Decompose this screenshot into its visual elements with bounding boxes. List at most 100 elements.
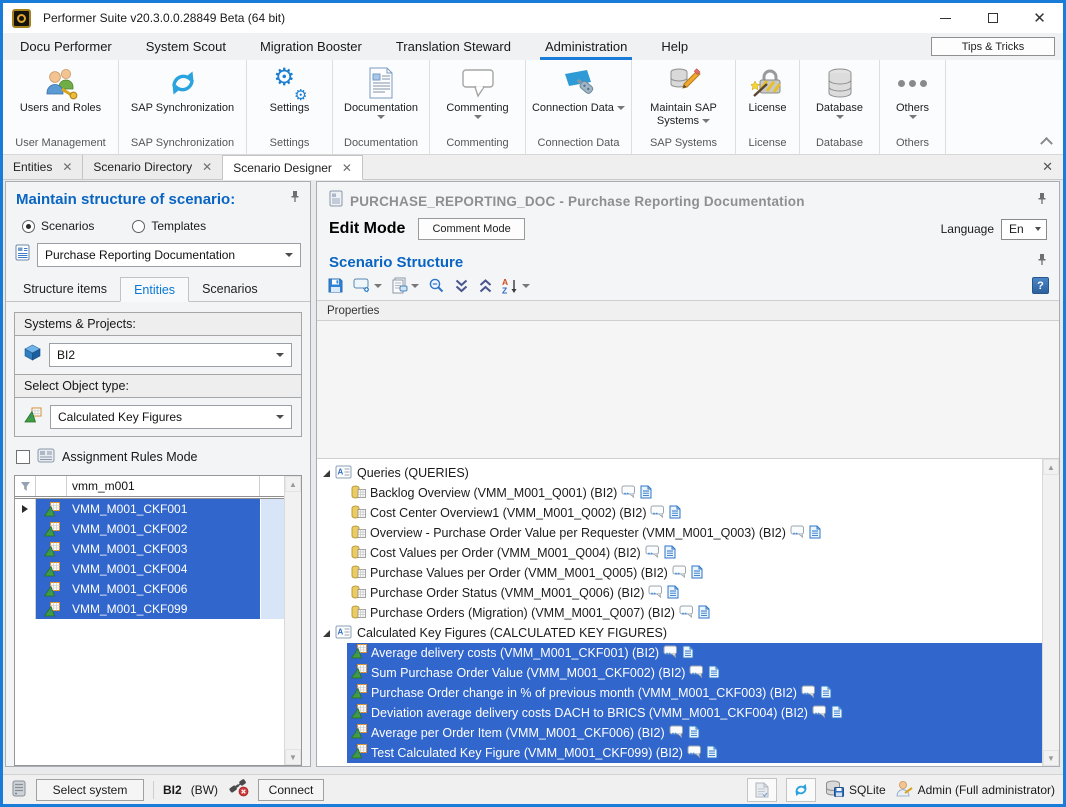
workspace-tab-entities[interactable]: Entities✕: [3, 155, 83, 179]
tips-and-tricks-button[interactable]: Tips & Tricks: [931, 37, 1055, 56]
sap-synchronization-button[interactable]: SAP Synchronization: [119, 65, 246, 135]
pin-icon[interactable]: [1037, 192, 1047, 210]
table-row[interactable]: VMM_M001_CKF099: [15, 599, 284, 619]
user-status[interactable]: Admin (Full administrator): [895, 780, 1055, 800]
properties-section-header[interactable]: Properties: [317, 300, 1059, 321]
tree-item-query[interactable]: Cost Values per Order (VMM_M001_Q004) (B…: [347, 543, 680, 563]
documentation-file-icon[interactable]: [667, 585, 679, 602]
language-select[interactable]: En: [1001, 219, 1047, 240]
tab-administration[interactable]: Administration: [528, 33, 644, 60]
tab-migration-booster[interactable]: Migration Booster: [243, 33, 379, 60]
documentation-file-icon[interactable]: [809, 525, 821, 542]
refresh-button[interactable]: [786, 778, 816, 802]
table-row[interactable]: VMM_M001_CKF002: [15, 519, 284, 539]
tree-scrollbar[interactable]: ▲▼: [1042, 459, 1059, 766]
scroll-down-icon[interactable]: ▼: [1043, 750, 1059, 766]
expand-all-button[interactable]: [454, 278, 469, 294]
comment-bubble-icon[interactable]: [669, 725, 684, 741]
settings-button[interactable]: ⚙⚙ Settings: [247, 65, 332, 135]
tree-item-calculated-key-figure[interactable]: Deviation average delivery costs DACH to…: [347, 703, 1042, 723]
radio-scenarios[interactable]: Scenarios: [22, 219, 94, 233]
document-tool-button[interactable]: [391, 277, 419, 294]
documentation-file-icon[interactable]: [640, 485, 652, 502]
tab-entities[interactable]: Entities: [120, 277, 189, 302]
tab-structure-items[interactable]: Structure items: [10, 277, 120, 301]
tab-scenarios[interactable]: Scenarios: [189, 277, 271, 301]
commenting-button[interactable]: Commenting: [430, 65, 525, 135]
comment-bubble-icon[interactable]: [672, 565, 687, 581]
table-row[interactable]: VMM_M001_CKF003: [15, 539, 284, 559]
pin-icon[interactable]: [290, 190, 300, 208]
tree-item-calculated-key-figure[interactable]: Average delivery costs (VMM_M001_CKF001)…: [347, 643, 1042, 663]
tree-group-queries[interactable]: A Queries (QUERIES): [323, 463, 1042, 483]
sort-az-button[interactable]: AZ: [502, 277, 530, 294]
documentation-file-icon[interactable]: [698, 605, 710, 622]
documentation-file-icon[interactable]: [691, 565, 703, 582]
comment-bubble-icon[interactable]: [621, 485, 636, 501]
maintain-sap-systems-button[interactable]: Maintain SAP Systems: [632, 65, 735, 135]
comment-mode-button[interactable]: Comment Mode: [418, 218, 524, 240]
workspace-tab-scenario-designer[interactable]: Scenario Designer✕: [223, 155, 363, 180]
workspace-tab-scenario-directory[interactable]: Scenario Directory✕: [83, 155, 223, 179]
grid-scrollbar[interactable]: ▲▼: [284, 476, 301, 765]
tree-item-calculated-key-figure[interactable]: Test Calculated Key Figure (VMM_M001_CKF…: [347, 743, 1042, 763]
connect-button[interactable]: Connect: [258, 779, 324, 801]
tree-item-query[interactable]: Purchase Order Status (VMM_M001_Q006) (B…: [347, 583, 683, 603]
table-row[interactable]: VMM_M001_CKF006: [15, 579, 284, 599]
table-row[interactable]: VMM_M001_CKF004: [15, 559, 284, 579]
database-status[interactable]: SQLite: [825, 780, 886, 800]
comment-bubble-icon[interactable]: [650, 505, 665, 521]
tree-group-calculated-key-figures[interactable]: A Calculated Key Figures (CALCULATED KEY…: [323, 623, 1042, 643]
scroll-down-icon[interactable]: ▼: [285, 749, 301, 765]
comment-bubble-icon[interactable]: [801, 685, 816, 701]
documentation-file-icon[interactable]: [831, 705, 843, 722]
collapse-all-button[interactable]: [478, 278, 493, 294]
license-button[interactable]: License: [736, 65, 799, 135]
tree-item-calculated-key-figure[interactable]: Sum Purchase Order Value (VMM_M001_CKF00…: [347, 663, 1042, 683]
scenario-combobox[interactable]: Purchase Reporting Documentation: [37, 243, 301, 267]
documentation-file-icon[interactable]: [706, 745, 718, 762]
tab-docu-performer[interactable]: Docu Performer: [3, 33, 129, 60]
documentation-file-icon[interactable]: [664, 545, 676, 562]
close-workspace-icon[interactable]: ✕: [1042, 159, 1053, 175]
tree-item-query[interactable]: Cost Center Overview1 (VMM_M001_Q002) (B…: [347, 503, 685, 523]
object-type-combobox[interactable]: Calculated Key Figures: [50, 405, 292, 429]
close-tab-icon[interactable]: ✕: [62, 160, 72, 174]
comment-bubble-icon[interactable]: [790, 525, 805, 541]
comment-tool-button[interactable]: [353, 278, 382, 294]
comment-bubble-icon[interactable]: [687, 745, 702, 761]
tab-translation-steward[interactable]: Translation Steward: [379, 33, 528, 60]
documentation-file-icon[interactable]: [669, 505, 681, 522]
scroll-up-icon[interactable]: ▲: [285, 476, 301, 492]
tree-item-calculated-key-figure[interactable]: Average per Order Item (VMM_M001_CKF006)…: [347, 723, 1042, 743]
connection-data-button[interactable]: Connection Data: [526, 65, 631, 135]
table-row[interactable]: VMM_M001_CKF001: [15, 499, 284, 519]
comment-bubble-icon[interactable]: [812, 705, 827, 721]
maximize-button[interactable]: [969, 3, 1016, 33]
tree-item-query[interactable]: Overview - Purchase Order Value per Requ…: [347, 523, 825, 543]
comment-bubble-icon[interactable]: [663, 645, 678, 661]
grid-filter-row[interactable]: vmm_m001: [15, 476, 284, 499]
tab-help[interactable]: Help: [644, 33, 705, 60]
close-tab-icon[interactable]: ✕: [342, 161, 352, 175]
minimize-button[interactable]: [922, 3, 969, 33]
tree-item-query[interactable]: Purchase Orders (Migration) (VMM_M001_Q0…: [347, 603, 714, 623]
users-and-roles-button[interactable]: Users and Roles: [3, 65, 118, 135]
select-system-button[interactable]: Select system: [36, 779, 144, 801]
collapse-ribbon-icon[interactable]: [1042, 136, 1051, 145]
zoom-button[interactable]: [428, 277, 445, 294]
expander-icon[interactable]: [323, 470, 330, 477]
pin-icon[interactable]: [1037, 253, 1047, 271]
comment-bubble-icon[interactable]: [645, 545, 660, 561]
filter-funnel-icon[interactable]: [15, 476, 36, 496]
comment-bubble-icon[interactable]: [679, 605, 694, 621]
scroll-up-icon[interactable]: ▲: [1043, 459, 1059, 475]
comment-bubble-icon[interactable]: [689, 665, 704, 681]
documentation-file-icon[interactable]: [688, 725, 700, 742]
tab-system-scout[interactable]: System Scout: [129, 33, 243, 60]
report-button[interactable]: [747, 778, 777, 802]
close-button[interactable]: ✕: [1016, 3, 1063, 33]
documentation-file-icon[interactable]: [708, 665, 720, 682]
filter-input[interactable]: vmm_m001: [67, 476, 260, 496]
help-icon[interactable]: ?: [1032, 277, 1049, 294]
